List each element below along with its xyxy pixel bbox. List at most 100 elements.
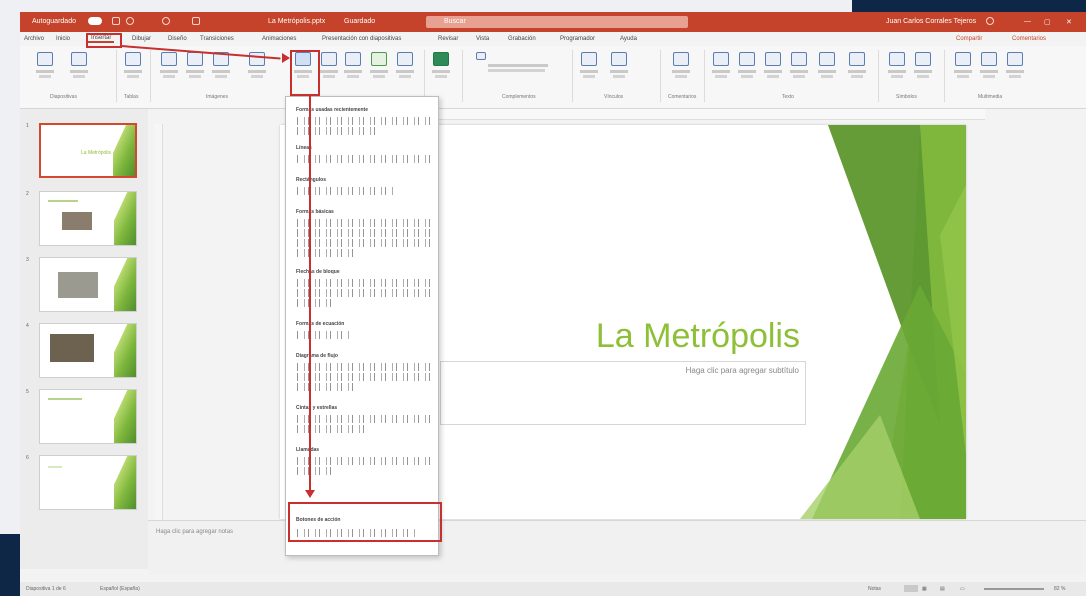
- shapes-row-equation[interactable]: [296, 331, 350, 339]
- tab-presentacion[interactable]: Presentación con diapositivas: [322, 36, 401, 42]
- tab-inicio[interactable]: Inicio: [56, 36, 70, 42]
- online-images-button[interactable]: [184, 50, 206, 84]
- shapes-row-recent[interactable]: [296, 117, 432, 125]
- reuse-slides-button[interactable]: [68, 50, 90, 84]
- comments-button[interactable]: Comentarios: [1012, 36, 1046, 42]
- equation-button[interactable]: [886, 50, 908, 84]
- slide-thumbnail-3[interactable]: [39, 257, 137, 312]
- icons-button[interactable]: [318, 50, 340, 84]
- comment-button[interactable]: [670, 50, 692, 84]
- slide-number-6: 6: [26, 455, 29, 461]
- highlight-action-buttons: [288, 502, 442, 542]
- slide-thumbnail-2[interactable]: [39, 191, 137, 246]
- vertical-ruler: [154, 124, 163, 520]
- object-button[interactable]: [846, 50, 868, 84]
- wordart-button[interactable]: [762, 50, 784, 84]
- audio-button[interactable]: [978, 50, 1000, 84]
- tab-vista[interactable]: Vista: [476, 36, 489, 42]
- autosave-toggle[interactable]: [88, 17, 102, 25]
- shapes-row-basic-1[interactable]: [296, 219, 432, 227]
- 3d-models-button[interactable]: [342, 50, 364, 84]
- user-name[interactable]: Juan Carlos Corrales Tejeros: [886, 18, 976, 25]
- text-box-button[interactable]: [710, 50, 732, 84]
- shapes-row-arrows-3[interactable]: [296, 299, 336, 307]
- action-button[interactable]: [608, 50, 630, 84]
- slide-thumbnail-4[interactable]: [39, 323, 137, 378]
- normal-view-icon[interactable]: [904, 585, 918, 592]
- shapes-row-flowchart-3[interactable]: [296, 383, 356, 391]
- symbol-button[interactable]: [912, 50, 934, 84]
- close-icon[interactable]: ✕: [1066, 18, 1072, 26]
- slideshow-icon[interactable]: ▭: [960, 586, 965, 592]
- slide-subtitle[interactable]: Haga clic para agregar subtítulo: [686, 366, 799, 375]
- background-strip-top: [852, 0, 1086, 12]
- shapes-row-stars-1[interactable]: [296, 415, 432, 423]
- shapes-row-basic-3[interactable]: [296, 239, 432, 247]
- images-button[interactable]: [158, 50, 180, 84]
- video-button[interactable]: [952, 50, 974, 84]
- slide-count: Diapositiva 1 de 6: [26, 586, 66, 592]
- link-button[interactable]: [578, 50, 600, 84]
- tab-ayuda[interactable]: Ayuda: [620, 36, 637, 42]
- shapes-row-flowchart-1[interactable]: [296, 363, 432, 371]
- search-box[interactable]: Buscar: [426, 16, 688, 28]
- slide-number-4: 4: [26, 323, 29, 329]
- minimize-icon[interactable]: —: [1024, 18, 1031, 25]
- shapes-row-arrows-2[interactable]: [296, 289, 432, 297]
- tab-diseno[interactable]: Diseño: [168, 36, 187, 42]
- date-time-button[interactable]: [788, 50, 810, 84]
- table-button[interactable]: [122, 50, 144, 84]
- group-label-images: Imágenes: [206, 94, 228, 100]
- notes-toggle[interactable]: Notas: [868, 586, 881, 592]
- start-presentation-icon[interactable]: [192, 17, 200, 25]
- shapes-row-callouts-2[interactable]: [296, 467, 336, 475]
- reading-view-icon[interactable]: ▤: [940, 586, 945, 592]
- zoom-level[interactable]: 82 %: [1054, 586, 1065, 592]
- zoom-slider[interactable]: [984, 588, 1044, 590]
- my-addins-button[interactable]: [472, 50, 550, 84]
- shapes-row-basic-2[interactable]: [296, 229, 432, 237]
- ribbon-tabs: Archivo Inicio Insertar Dibujar Diseño T…: [20, 32, 1086, 46]
- undo-icon[interactable]: [126, 17, 134, 25]
- slide-number-1: 1: [26, 123, 29, 129]
- tab-archivo[interactable]: Archivo: [24, 36, 44, 42]
- slide-sorter-icon[interactable]: ▦: [922, 586, 927, 592]
- share-button[interactable]: Compartir: [956, 36, 982, 42]
- smartart-button[interactable]: [368, 50, 390, 84]
- chart-button[interactable]: [394, 50, 416, 84]
- tab-transiciones[interactable]: Transiciones: [200, 36, 234, 42]
- screen-recording-button[interactable]: [1004, 50, 1026, 84]
- language-status[interactable]: Español (España): [100, 586, 140, 592]
- save-icon[interactable]: [112, 17, 120, 25]
- tab-dibujar[interactable]: Dibujar: [132, 36, 151, 42]
- tab-grabacion[interactable]: Grabación: [508, 36, 536, 42]
- shapes-row-lines[interactable]: [296, 155, 432, 163]
- slide-number-5: 5: [26, 389, 29, 395]
- redo-icon[interactable]: [162, 17, 170, 25]
- slide-title[interactable]: La Metrópolis: [596, 317, 800, 356]
- highlight-shapes-button: [290, 50, 320, 96]
- shapes-row-recent-2[interactable]: [296, 127, 376, 135]
- header-footer-button[interactable]: [736, 50, 758, 84]
- slide-thumbnail-6[interactable]: [39, 455, 137, 510]
- tab-animaciones[interactable]: Animaciones: [262, 36, 296, 42]
- forms-button[interactable]: [430, 50, 452, 84]
- group-label-text: Texto: [782, 94, 794, 100]
- group-label-comments: Comentarios: [668, 94, 697, 100]
- slide-number-button[interactable]: [816, 50, 838, 84]
- shapes-row-rectangles[interactable]: [296, 187, 396, 195]
- category-basic-shapes: Formas básicas: [296, 209, 334, 215]
- new-slide-button[interactable]: [34, 50, 56, 84]
- slide-thumbnail-5[interactable]: [39, 389, 137, 444]
- maximize-icon[interactable]: ▢: [1044, 18, 1051, 26]
- status-bar: Diapositiva 1 de 6 Español (España) Nota…: [20, 582, 1086, 596]
- shapes-row-flowchart-2[interactable]: [296, 373, 432, 381]
- tab-programador[interactable]: Programador: [560, 36, 595, 42]
- tab-revisar[interactable]: Revisar: [438, 36, 458, 42]
- shapes-row-basic-4[interactable]: [296, 249, 356, 257]
- shapes-row-callouts-1[interactable]: [296, 457, 432, 465]
- shapes-row-arrows-1[interactable]: [296, 279, 432, 287]
- user-avatar-icon[interactable]: [986, 17, 994, 25]
- slide-thumbnail-1[interactable]: La Metrópolis: [39, 123, 137, 178]
- shapes-row-stars-2[interactable]: [296, 425, 366, 433]
